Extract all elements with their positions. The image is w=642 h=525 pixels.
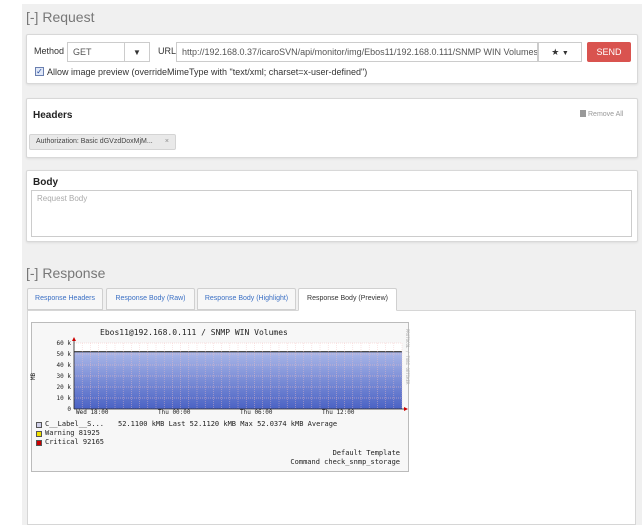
tab-response-body-raw[interactable]: Response Body (Raw)	[106, 288, 195, 310]
graph-footer-command: Command check_snmp_storage	[290, 458, 400, 466]
y-tick-label: 50 k	[57, 351, 72, 358]
y-tick-label: 0	[67, 406, 71, 413]
trash-icon	[580, 110, 586, 117]
request-section-title[interactable]: [-] Request	[26, 9, 94, 25]
response-section-title[interactable]: [-] Response	[26, 265, 105, 281]
send-button[interactable]: SEND	[587, 42, 631, 62]
legend-stats: 52.1100 kMB Last 52.1120 kMB Max 52.0374…	[118, 420, 338, 428]
legend-swatch	[36, 422, 42, 428]
method-select[interactable]: GET	[67, 42, 125, 62]
legend-swatch	[36, 440, 42, 446]
legend-label: C__Label__S...	[45, 420, 105, 428]
header-chip[interactable]: Authorization: Basic dGVzdDoxMjM... ×	[29, 134, 176, 150]
graph-preview-image: Ebos11@192.168.0.111 / SNMP WIN Volumes …	[30, 322, 410, 472]
allow-preview-label: Allow image preview (overrideMimeType wi…	[47, 67, 368, 77]
y-tick-label: 30 k	[57, 373, 72, 380]
allow-preview-checkbox[interactable]: ✓	[35, 67, 44, 76]
close-icon[interactable]: ×	[165, 135, 169, 149]
method-label: Method	[34, 46, 65, 56]
series-area	[74, 351, 402, 409]
y-tick-label: 40 k	[57, 362, 72, 369]
request-body-textarea[interactable]: Request Body	[31, 190, 632, 237]
legend-swatch	[36, 431, 42, 437]
y-tick-label: 10 k	[57, 395, 72, 402]
x-tick-label: Wed 18:00	[76, 409, 109, 416]
y-tick-label: 20 k	[57, 384, 72, 391]
tab-response-body-preview[interactable]: Response Body (Preview)	[298, 288, 397, 311]
graph-footer-template: Default Template	[332, 449, 400, 457]
x-axis-arrow	[404, 407, 408, 411]
header-chip-text: Authorization: Basic dGVzdDoxMjM...	[36, 138, 153, 145]
remove-all-button[interactable]: Remove All	[580, 110, 623, 118]
x-tick-label: Thu 06:00	[240, 409, 273, 416]
chevron-down-icon: ▼	[133, 48, 141, 57]
legend-label: Critical 92165	[45, 438, 105, 446]
star-icon: ★	[551, 47, 560, 57]
y-tick-label: 60 k	[57, 340, 72, 347]
chevron-down-icon: ▼	[561, 50, 569, 57]
x-tick-label: Thu 12:00	[322, 409, 355, 416]
x-tick-label: Thu 00:00	[158, 409, 191, 416]
url-label: URL	[158, 46, 177, 56]
graph-plot: 60 k 50 k 40 k 30 k 20 k 10 k 0	[57, 337, 408, 413]
headers-title: Headers	[33, 110, 73, 121]
tab-response-body-highlight[interactable]: Response Body (Highlight)	[197, 288, 296, 310]
body-title: Body	[33, 177, 58, 188]
method-dropdown-button[interactable]: ▼	[124, 42, 150, 62]
tab-response-headers[interactable]: Response Headers	[27, 288, 103, 310]
url-input[interactable]: http://192.168.0.37/icaroSVN/api/monitor…	[176, 42, 538, 62]
bookmark-dropdown-button[interactable]: ★ ▼	[538, 42, 582, 62]
legend-label: Warning 81925	[45, 429, 100, 437]
y-axis-arrow	[72, 337, 76, 341]
remove-all-label: Remove All	[588, 111, 624, 118]
